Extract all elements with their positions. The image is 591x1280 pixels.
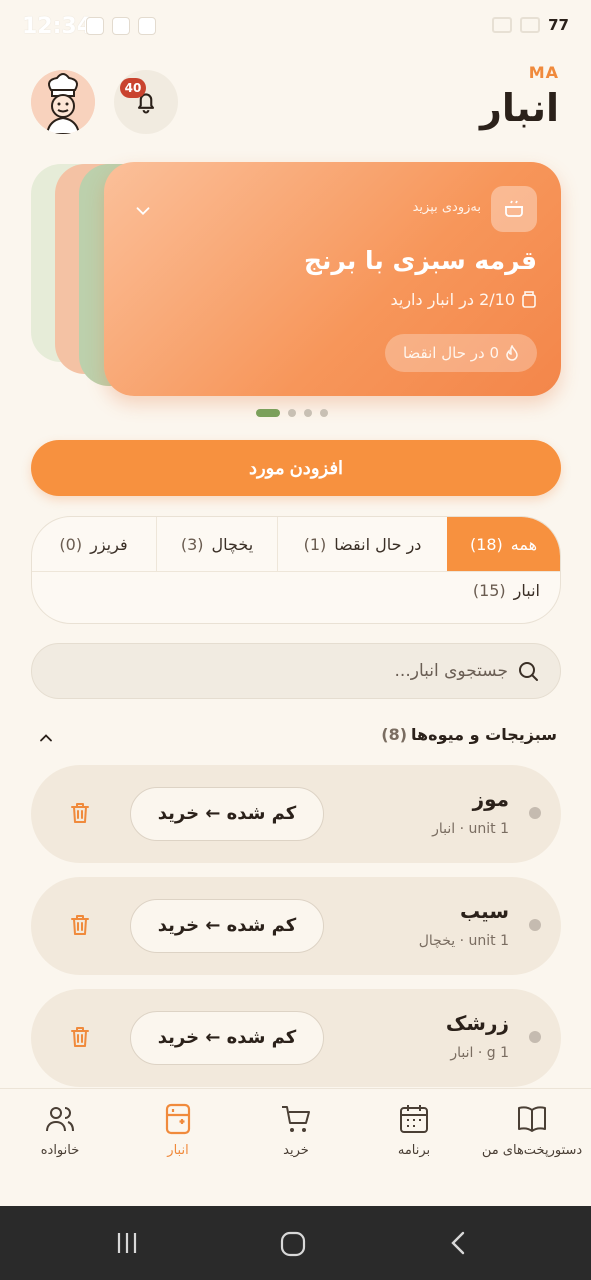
cart-icon — [282, 1106, 310, 1132]
flame-icon — [506, 345, 518, 361]
section-header[interactable]: سبزیجات و میوه‌ها (8) — [381, 725, 557, 744]
chevron-down-icon[interactable] — [132, 200, 154, 222]
nav-label: خانواده — [40, 1143, 80, 1158]
cooking-pot-icon — [491, 186, 537, 232]
home-icon[interactable] — [279, 1230, 307, 1258]
tab-count: (1) — [303, 534, 327, 554]
recipe-card[interactable]: به‌زودی بپزید قرمه سبزی با برنج 2/10 در … — [104, 162, 561, 396]
recipe-stock-text: 2/10 در انبار دارید — [390, 290, 515, 309]
status-notification-icons — [86, 17, 156, 35]
chef-avatar-icon — [31, 70, 95, 134]
status-dot — [529, 1031, 541, 1043]
pantry-item[interactable]: سیب 1 unit · یخچال کم شده ← خرید — [31, 877, 561, 975]
calendar-icon — [400, 1105, 428, 1133]
chevron-up-icon[interactable] — [36, 728, 56, 748]
pantry-item[interactable]: زرشک 1 g · انبار کم شده ← خرید — [31, 989, 561, 1087]
tab-label: در حال انقضا — [334, 534, 422, 554]
recipe-carousel[interactable]: به‌زودی بپزید قرمه سبزی با برنج 2/10 در … — [31, 162, 561, 396]
mark-used-button[interactable]: کم شده ← خرید — [130, 899, 324, 953]
nav-label: خرید — [283, 1143, 309, 1158]
add-item-button[interactable]: افزودن مورد — [31, 440, 561, 496]
mark-used-button[interactable]: کم شده ← خرید — [130, 787, 324, 841]
carousel-dot[interactable] — [320, 409, 328, 417]
page-title: انبار — [480, 86, 559, 130]
battery-level: 77 — [548, 16, 569, 34]
nav-label: انبار — [167, 1143, 189, 1158]
item-name: زرشک — [445, 1011, 509, 1035]
wifi-icon — [520, 17, 541, 33]
item-meta: 1 unit · انبار — [432, 821, 509, 837]
notification-badge: 40 — [120, 78, 146, 98]
tab-label: انبار — [513, 581, 540, 600]
tab-all[interactable]: همه (18) — [447, 517, 560, 571]
tab-divider — [32, 571, 560, 572]
status-dot — [529, 807, 541, 819]
system-navigation-bar — [0, 1206, 591, 1280]
recipe-title: قرمه سبزی با برنج — [303, 246, 537, 275]
back-icon[interactable] — [446, 1230, 472, 1256]
nav-pantry[interactable]: انبار — [119, 1103, 237, 1158]
trash-icon[interactable] — [69, 801, 91, 825]
nav-my-recipes[interactable]: دستورپخت‌های من — [473, 1103, 591, 1158]
recipe-tag: به‌زودی بپزید — [412, 200, 481, 215]
bottom-navigation: دستورپخت‌های من برنامه خرید انبار خانواد… — [0, 1088, 591, 1206]
jar-icon — [522, 290, 536, 308]
item-meta: 1 unit · یخچال — [418, 933, 509, 949]
trash-icon[interactable] — [69, 913, 91, 937]
nav-label: برنامه — [397, 1143, 431, 1158]
user-initials: MA — [528, 63, 559, 82]
item-name: سیب — [459, 899, 509, 923]
carousel-dot[interactable] — [304, 409, 312, 417]
expiring-text: 0 در حال انقضا — [402, 344, 499, 362]
trash-icon[interactable] — [69, 1025, 91, 1049]
pantry-item[interactable]: موز 1 unit · انبار کم شده ← خرید — [31, 765, 561, 863]
search-icon — [519, 662, 538, 681]
tab-label: یخچال — [211, 534, 254, 554]
people-icon — [46, 1107, 74, 1132]
nav-shopping[interactable]: خرید — [237, 1103, 355, 1158]
recent-apps-icon[interactable] — [114, 1230, 140, 1256]
status-bar: 12:34 77 — [0, 0, 591, 56]
mark-used-button[interactable]: کم شده ← خرید — [130, 1011, 324, 1065]
tab-pantry[interactable]: انبار (15) — [473, 581, 540, 600]
expiring-pill: 0 در حال انقضا — [384, 334, 537, 372]
search-input[interactable] — [68, 644, 508, 697]
tab-label: فریزر — [90, 534, 128, 554]
carousel-pagination[interactable] — [256, 409, 328, 417]
signal-icon — [492, 17, 513, 33]
status-dot — [529, 919, 541, 931]
tab-freezer[interactable]: فریزر (0) — [32, 517, 156, 571]
item-meta: 1 g · انبار — [450, 1045, 509, 1061]
nav-label: دستورپخت‌های من — [481, 1143, 583, 1158]
status-right-icons: 77 — [492, 16, 569, 34]
tab-label: همه — [510, 534, 538, 554]
search-bar — [31, 643, 561, 699]
recipe-stock: 2/10 در انبار دارید — [390, 290, 537, 309]
tab-expiring[interactable]: در حال انقضا (1) — [277, 517, 447, 571]
status-time: 12:34 — [22, 14, 93, 39]
item-name: موز — [472, 787, 509, 811]
carousel-dot[interactable] — [288, 409, 296, 417]
tab-fridge[interactable]: یخچال (3) — [156, 517, 277, 571]
chef-avatar[interactable] — [31, 70, 95, 134]
nav-plan[interactable]: برنامه — [355, 1103, 473, 1158]
filter-tabs: همه (18) در حال انقضا (1) یخچال (3) فریز… — [31, 516, 561, 624]
tab-count: (3) — [180, 534, 204, 554]
section-count: (8) — [381, 725, 408, 744]
nav-family[interactable]: خانواده — [1, 1103, 119, 1158]
tab-count: (0) — [59, 534, 83, 554]
tab-count: (15) — [472, 581, 506, 600]
section-title: سبزیجات و میوه‌ها — [411, 725, 557, 744]
book-icon — [518, 1106, 546, 1132]
carousel-dot-active[interactable] — [256, 409, 280, 417]
tab-count: (18) — [469, 534, 503, 554]
pantry-icon — [165, 1103, 191, 1135]
